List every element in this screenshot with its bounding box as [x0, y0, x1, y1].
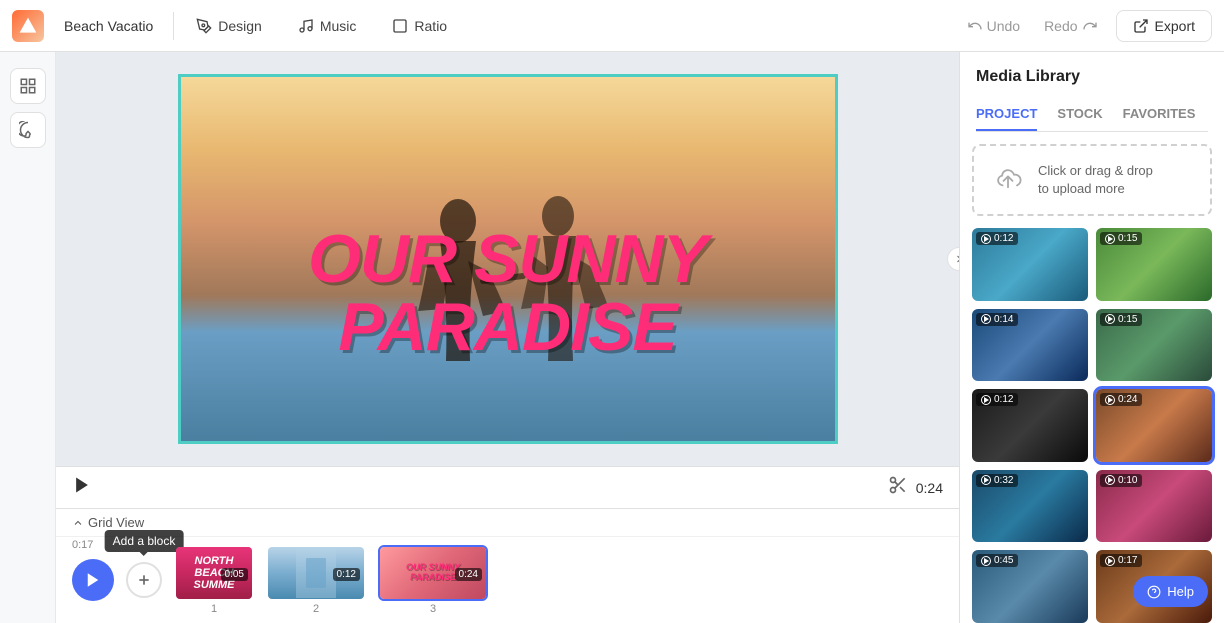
timeline-timestamp: 0:17 — [72, 539, 93, 551]
canvas-controls: 0:24 — [56, 466, 959, 508]
left-panel — [0, 52, 56, 623]
timeline-content: 0:17 Add a block NORTHBEACHSUMME — [56, 537, 959, 623]
media-grid: 0:12 0:15 0:14 — [972, 228, 1212, 623]
undo-redo-group: Undo Redo — [957, 12, 1108, 40]
media-item-3[interactable]: 0:14 — [972, 309, 1088, 382]
music-button[interactable]: Music — [284, 12, 371, 40]
canvas-video-bg: OUR SUNNY PARADISE — [181, 77, 835, 441]
clip-1[interactable]: NORTHBEACHSUMME 0:05 1 — [174, 545, 254, 615]
design-label: Design — [218, 18, 262, 34]
main-area: OUR SUNNY PARADISE 0:24 — [0, 52, 1224, 623]
timeline-play-button[interactable] — [72, 559, 114, 601]
app-logo — [12, 10, 44, 42]
grid-view-toggle[interactable]: Grid View — [72, 515, 144, 530]
canvas-duration: 0:24 — [916, 480, 943, 496]
clip2-number: 2 — [266, 603, 366, 615]
media-item-6[interactable]: 0:24 — [1096, 389, 1212, 462]
media-item-1[interactable]: 0:12 — [972, 228, 1088, 301]
grid-layout-button[interactable] — [10, 68, 46, 104]
media-lib-title: Media Library — [976, 68, 1208, 86]
play-dot — [981, 475, 991, 485]
design-button[interactable]: Design — [182, 12, 276, 40]
play-button[interactable] — [72, 475, 92, 500]
upload-icon — [990, 162, 1026, 198]
topbar: Beach Vacatio Design Music Ratio Undo Re… — [0, 0, 1224, 52]
undo-label: Undo — [987, 18, 1020, 34]
canvas-wrapper: OUR SUNNY PARADISE — [56, 52, 959, 466]
play-dot — [1105, 475, 1115, 485]
help-label: Help — [1167, 584, 1194, 599]
media-item-7[interactable]: 0:32 — [972, 470, 1088, 543]
scissors-icon[interactable] — [888, 475, 908, 500]
clip-2[interactable]: 0:12 2 — [266, 545, 366, 615]
media-lib-header: Media Library PROJECT STOCK FAVORITES — [960, 52, 1224, 132]
canvas-title-line1: OUR SUNNY — [181, 225, 835, 293]
media-item-4[interactable]: 0:15 — [1096, 309, 1212, 382]
canvas-area: OUR SUNNY PARADISE 0:24 — [56, 52, 959, 623]
clip1-number: 1 — [174, 603, 254, 615]
media-duration-7: 0:32 — [976, 474, 1018, 487]
media-item-2[interactable]: 0:15 — [1096, 228, 1212, 301]
play-dot — [981, 395, 991, 405]
media-lib-body: Click or drag & dropto upload more 0:12 … — [960, 132, 1224, 623]
color-button[interactable] — [10, 112, 46, 148]
help-button[interactable]: Help — [1133, 576, 1208, 607]
canvas-container: OUR SUNNY PARADISE — [178, 74, 838, 444]
play-dot — [981, 556, 991, 566]
redo-button[interactable]: Redo — [1034, 12, 1107, 40]
timeline-header: Grid View — [56, 509, 959, 537]
tab-project[interactable]: PROJECT — [976, 98, 1037, 131]
media-duration-5: 0:12 — [976, 393, 1018, 406]
media-item-9[interactable]: 0:45 — [972, 550, 1088, 623]
timeline: Grid View 0:17 Add a block — [56, 508, 959, 623]
ratio-label: Ratio — [414, 18, 447, 34]
undo-button[interactable]: Undo — [957, 12, 1030, 40]
play-dot — [1105, 556, 1115, 566]
play-dot — [981, 314, 991, 324]
canvas-text-overlay: OUR SUNNY PARADISE — [181, 225, 835, 361]
media-duration-4: 0:15 — [1100, 313, 1142, 326]
upload-text: Click or drag & dropto upload more — [1038, 162, 1153, 198]
media-duration-8: 0:10 — [1100, 474, 1142, 487]
redo-label: Redo — [1044, 18, 1077, 34]
export-label: Export — [1155, 18, 1195, 34]
project-name[interactable]: Beach Vacatio — [52, 12, 165, 40]
grid-view-label: Grid View — [88, 515, 144, 530]
clip3-duration: 0:24 — [455, 568, 482, 581]
play-dot — [981, 234, 991, 244]
media-duration-3: 0:14 — [976, 313, 1018, 326]
play-dot — [1105, 395, 1115, 405]
media-duration-6: 0:24 — [1100, 393, 1142, 406]
upload-area[interactable]: Click or drag & dropto upload more — [972, 144, 1212, 216]
tab-favorites[interactable]: FAVORITES — [1123, 98, 1196, 131]
media-duration-2: 0:15 — [1100, 232, 1142, 245]
clip1-duration: 0:05 — [221, 568, 248, 581]
clip3-number: 3 — [378, 603, 488, 615]
media-duration-1: 0:12 — [976, 232, 1018, 245]
right-panel: Media Library PROJECT STOCK FAVORITES Cl… — [959, 52, 1224, 623]
media-duration-10: 0:17 — [1100, 554, 1142, 567]
media-tabs: PROJECT STOCK FAVORITES — [976, 98, 1208, 132]
canvas-title-line2: PARADISE — [181, 293, 835, 361]
media-item-5[interactable]: 0:12 — [972, 389, 1088, 462]
tab-stock[interactable]: STOCK — [1057, 98, 1102, 131]
media-item-8[interactable]: 0:10 — [1096, 470, 1212, 543]
export-button[interactable]: Export — [1116, 10, 1212, 42]
play-dot — [1105, 234, 1115, 244]
music-label: Music — [320, 18, 357, 34]
media-duration-9: 0:45 — [976, 554, 1018, 567]
ratio-button[interactable]: Ratio — [378, 12, 461, 40]
clip-3[interactable]: OUR SUNNYPARADISE 0:24 3 — [378, 545, 488, 615]
collapse-panel-button[interactable] — [947, 247, 959, 271]
clip2-duration: 0:12 — [333, 568, 360, 581]
add-block-button[interactable]: Add a block — [126, 562, 162, 598]
divider-1 — [173, 12, 174, 40]
play-dot — [1105, 314, 1115, 324]
